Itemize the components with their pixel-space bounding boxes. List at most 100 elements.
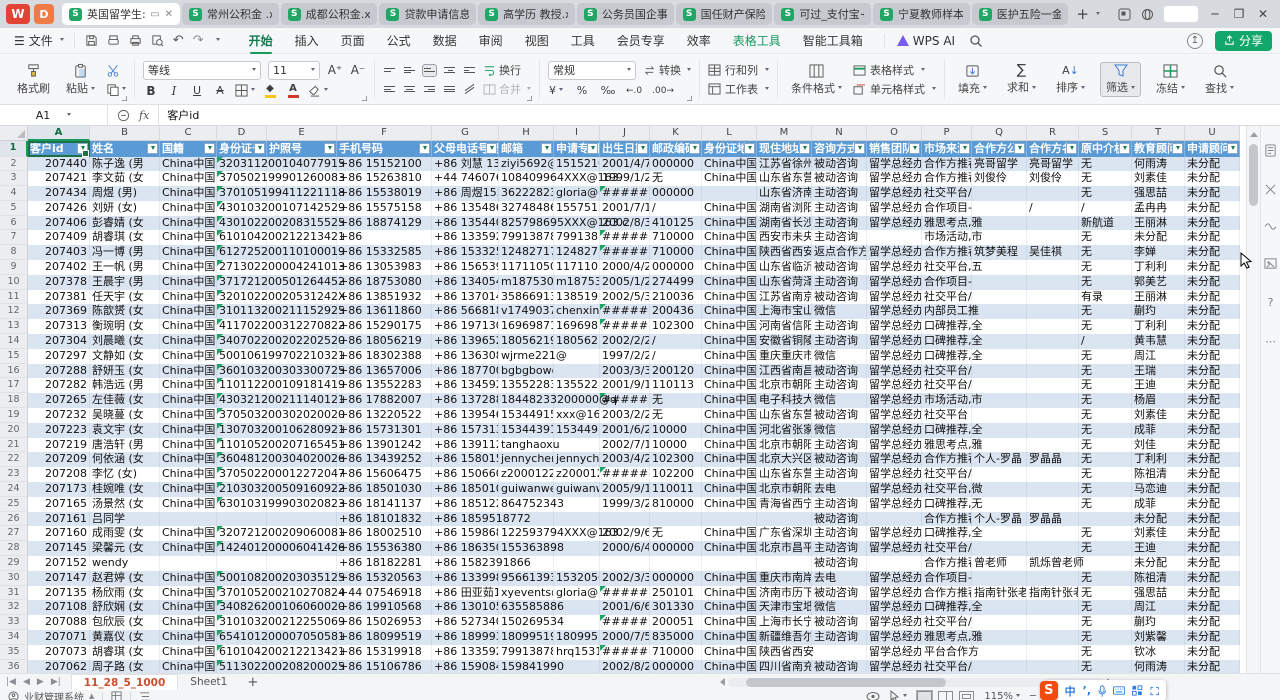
cell[interactable]: 无 bbox=[1079, 438, 1132, 453]
cell[interactable]: +86 15731301 bbox=[337, 423, 432, 438]
cell[interactable]: 2005/9/16 bbox=[600, 482, 650, 497]
cell[interactable]: z20001227 bbox=[499, 467, 554, 482]
cell[interactable]: China中国 bbox=[160, 600, 217, 615]
cell[interactable]: 被动咨询 bbox=[812, 452, 867, 467]
undo-icon[interactable]: ↶ bbox=[173, 33, 184, 48]
column-header-G[interactable]: G bbox=[432, 126, 499, 141]
cell[interactable]: +86 1851229020 bbox=[432, 497, 499, 512]
row-header-27[interactable]: 27 bbox=[0, 526, 28, 541]
cell[interactable]: 留学总经办 bbox=[867, 586, 922, 601]
align-right-icon[interactable] bbox=[423, 84, 436, 95]
print-icon[interactable] bbox=[129, 34, 142, 47]
cell[interactable]: 207173 bbox=[28, 482, 90, 497]
cell[interactable]: 207440 bbox=[28, 157, 90, 172]
cell[interactable]: 207152 bbox=[28, 556, 90, 571]
cell[interactable]: 左佳薇 (女 bbox=[90, 393, 160, 408]
row-header-15[interactable]: 15 bbox=[0, 349, 28, 364]
cell[interactable]: 未分配 bbox=[1185, 304, 1240, 319]
cell[interactable]: 留学总经办 bbox=[867, 334, 922, 349]
cell[interactable]: 207223 bbox=[28, 423, 90, 438]
cell[interactable]: China中国 bbox=[702, 423, 757, 438]
cell[interactable]: 微信 bbox=[812, 423, 867, 438]
cell[interactable] bbox=[1027, 571, 1079, 586]
cell[interactable]: 被动咨询 bbox=[812, 408, 867, 423]
cell[interactable] bbox=[554, 364, 600, 379]
cell[interactable]: 梁馨元 (女 bbox=[90, 541, 160, 556]
cell[interactable] bbox=[972, 408, 1027, 423]
table-row[interactable]: 31207135杨欣雨 (女China中国370105200210270824+… bbox=[0, 586, 1246, 601]
cell[interactable]: 2000/6/4 bbox=[600, 541, 650, 556]
cell[interactable] bbox=[972, 541, 1027, 556]
cell[interactable]: 留学总经办 bbox=[867, 600, 922, 615]
cell[interactable]: 无 bbox=[1079, 423, 1132, 438]
cell[interactable]: 000000 bbox=[650, 660, 702, 673]
tab-monitor-icon[interactable]: ▭ bbox=[150, 9, 159, 20]
cell[interactable] bbox=[600, 556, 650, 571]
cell[interactable]: 黄嘉仪 (女 bbox=[90, 630, 160, 645]
cell[interactable]: China中国 bbox=[160, 645, 217, 660]
cell[interactable]: China中国 bbox=[160, 349, 217, 364]
cell[interactable] bbox=[1027, 319, 1079, 334]
column-header-S[interactable]: S bbox=[1079, 126, 1132, 141]
cell[interactable]: 未分配 bbox=[1185, 645, 1240, 660]
cell[interactable]: 合作方推荐 bbox=[922, 586, 972, 601]
cell[interactable]: +86 1301058236 bbox=[432, 600, 499, 615]
column-header-L[interactable]: L bbox=[702, 126, 757, 141]
cell[interactable]: 留学总经办 bbox=[867, 171, 922, 186]
cell[interactable]: 未分配 bbox=[1185, 541, 1240, 556]
cell[interactable]: 口碑推荐,全 bbox=[922, 526, 972, 541]
cell[interactable]: 李婵 bbox=[1132, 245, 1185, 260]
cell[interactable] bbox=[972, 645, 1027, 660]
cell[interactable] bbox=[1027, 482, 1079, 497]
select-all-corner[interactable] bbox=[0, 126, 28, 141]
cell[interactable] bbox=[650, 556, 702, 571]
row-header-10[interactable]: 10 bbox=[0, 275, 28, 290]
cell[interactable]: +86 13657006 bbox=[337, 364, 432, 379]
cell[interactable]: ######## bbox=[600, 304, 650, 319]
cell[interactable]: 社交平台/ bbox=[922, 660, 972, 673]
cell[interactable]: 310113200211152925 bbox=[217, 304, 267, 319]
cell[interactable]: 无 bbox=[1079, 349, 1132, 364]
cell[interactable]: 635585886 bbox=[499, 600, 554, 615]
filter-dropdown-icon[interactable] bbox=[689, 143, 700, 154]
cell[interactable]: +86 13439252 bbox=[337, 452, 432, 467]
minimize-button[interactable]: ─ bbox=[1208, 7, 1222, 21]
cell[interactable]: 180995191 bbox=[554, 630, 600, 645]
cell[interactable]: 511302200208200025 bbox=[217, 660, 267, 673]
cell[interactable]: 未分配 bbox=[1185, 319, 1240, 334]
cell[interactable]: 799138782 bbox=[499, 645, 554, 660]
cell[interactable]: 个人-罗晶 bbox=[972, 512, 1027, 527]
cell[interactable] bbox=[1027, 230, 1079, 245]
print-preview-icon[interactable] bbox=[151, 34, 164, 47]
cell[interactable]: xyevents@ bbox=[499, 586, 554, 601]
cell[interactable]: China中国 bbox=[160, 230, 217, 245]
cell[interactable] bbox=[972, 378, 1027, 393]
cell[interactable]: 留学总经办 bbox=[867, 319, 922, 334]
cell[interactable] bbox=[1027, 600, 1079, 615]
row-header-5[interactable]: 5 bbox=[0, 201, 28, 216]
cell[interactable]: 刘俊伶 bbox=[972, 171, 1027, 186]
cell[interactable]: 207147 bbox=[28, 571, 90, 586]
cell[interactable]: 未分配 bbox=[1185, 467, 1240, 482]
column-header-N[interactable]: N bbox=[812, 126, 867, 141]
cell[interactable] bbox=[267, 556, 337, 571]
cell[interactable]: ######## bbox=[600, 245, 650, 260]
cell[interactable]: 371721200501264452 bbox=[217, 275, 267, 290]
cell[interactable]: 天津市宝坻 bbox=[757, 600, 812, 615]
cell[interactable]: 曾老师 bbox=[972, 556, 1027, 571]
cell[interactable]: China中国 bbox=[160, 630, 217, 645]
cell[interactable]: / bbox=[650, 349, 702, 364]
menu-item-6[interactable]: 视图 bbox=[514, 28, 560, 53]
cell[interactable] bbox=[1027, 526, 1079, 541]
cell[interactable]: +86 bbox=[337, 230, 432, 245]
cell[interactable]: China中国 bbox=[702, 364, 757, 379]
filter-dropdown-icon[interactable] bbox=[419, 143, 430, 154]
cell[interactable]: +86 1590841991 bbox=[432, 660, 499, 673]
cell[interactable]: 500108200203035125 bbox=[217, 571, 267, 586]
cell[interactable]: 陈子逸 (男 bbox=[90, 157, 160, 172]
cell[interactable]: 207409 bbox=[28, 230, 90, 245]
cell[interactable]: 612725200110100019 bbox=[217, 245, 267, 260]
table-row[interactable]: 9207402王一帆 (男China中国271302200004241013+8… bbox=[0, 260, 1246, 275]
cell[interactable]: China中国 bbox=[160, 216, 217, 231]
menu-item-5[interactable]: 审阅 bbox=[468, 28, 514, 53]
